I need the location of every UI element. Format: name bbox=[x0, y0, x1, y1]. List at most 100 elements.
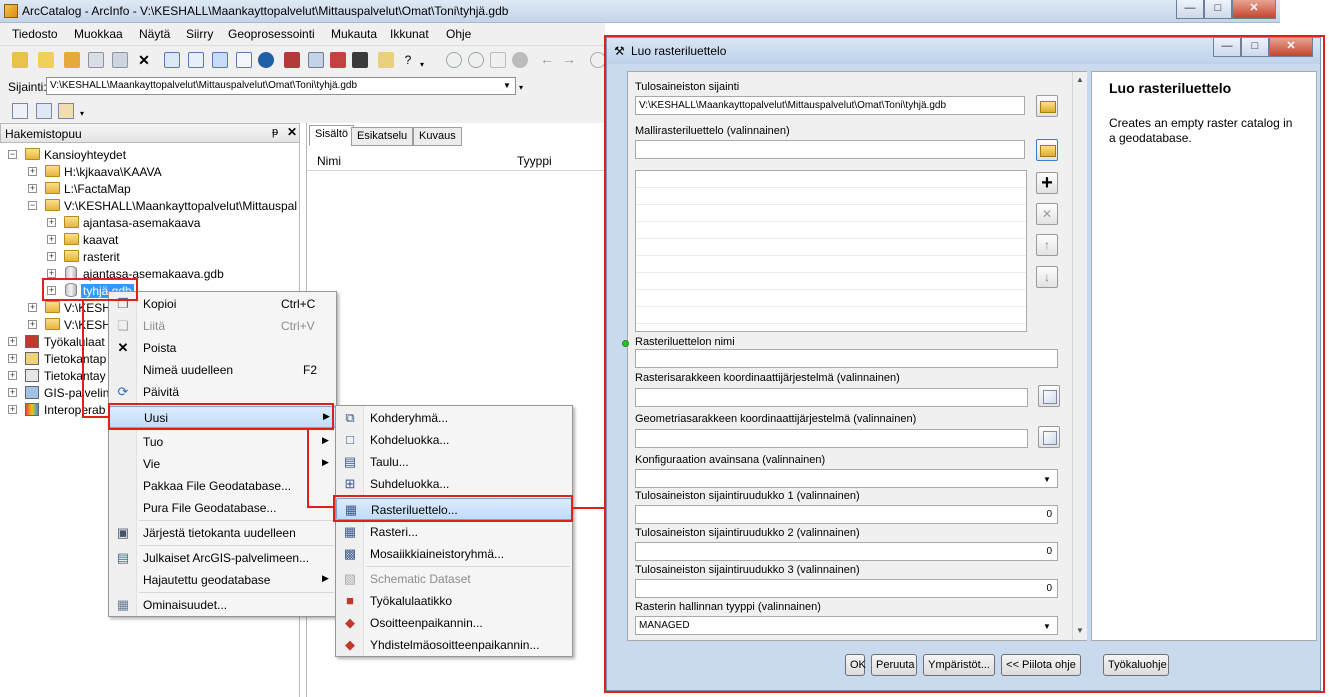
collapse-icon[interactable]: − bbox=[8, 150, 17, 159]
tree-node-label: L:\FactaMap bbox=[64, 182, 131, 196]
copy-icon[interactable] bbox=[88, 52, 104, 68]
menu-item-import[interactable]: Tuo ▶ bbox=[109, 431, 336, 453]
expand-icon[interactable]: + bbox=[47, 218, 56, 227]
chevron-down-icon[interactable]: ▼ bbox=[500, 78, 514, 94]
minimize-button[interactable]: — bbox=[1176, 0, 1204, 19]
tree-node-rasterit[interactable]: + rasterit bbox=[0, 249, 300, 266]
expand-icon[interactable]: + bbox=[28, 320, 37, 329]
toolbar-overflow-icon[interactable]: ▾ bbox=[519, 83, 523, 92]
close-button[interactable]: ✕ bbox=[1232, 0, 1276, 19]
menu-geoprosessointi[interactable]: Geoprosessointi bbox=[228, 27, 315, 41]
arctoolbox-icon[interactable] bbox=[330, 52, 346, 68]
column-type[interactable]: Tyyppi bbox=[517, 154, 552, 168]
expand-icon[interactable]: + bbox=[8, 354, 17, 363]
menu-item-paste[interactable]: ❏ Liitä Ctrl+V bbox=[109, 315, 336, 337]
column-name[interactable]: Nimi bbox=[317, 154, 341, 168]
pin-icon[interactable]: ᵽ bbox=[272, 126, 278, 138]
up-one-level-icon[interactable] bbox=[12, 52, 28, 68]
refresh-icon: ⟳ bbox=[117, 384, 129, 399]
annotation-connector bbox=[573, 507, 606, 509]
tree-node-folder-connections[interactable]: − Kansioyhteydet bbox=[0, 147, 300, 164]
collapse-icon[interactable]: − bbox=[28, 201, 37, 210]
submenu-item-raster[interactable]: ▦ Rasteri... bbox=[336, 521, 572, 543]
maximize-button[interactable]: □ bbox=[1204, 0, 1232, 19]
main-title-bar: ArcCatalog - ArcInfo - V:\KESHALL\Maanka… bbox=[0, 0, 1280, 23]
expand-icon[interactable]: + bbox=[8, 337, 17, 346]
submenu-item-feature-class[interactable]: □ Kohdeluokka... bbox=[336, 429, 572, 451]
search-icon[interactable] bbox=[258, 52, 274, 68]
command-line-icon[interactable] bbox=[352, 52, 368, 68]
submenu-item-mosaic-dataset[interactable]: ▩ Mosaiikkiaineistoryhmä... bbox=[336, 543, 572, 565]
tree-node-kaavat[interactable]: + kaavat bbox=[0, 232, 300, 249]
paste-icon[interactable] bbox=[112, 52, 128, 68]
tree-node-h-drive[interactable]: + H:\kjkaava\KAAVA bbox=[0, 164, 300, 181]
details-icon[interactable] bbox=[212, 52, 228, 68]
tree-node-ajantasa-folder[interactable]: + ajantasa-asemakaava bbox=[0, 215, 300, 232]
close-icon[interactable]: ✕ bbox=[287, 125, 297, 139]
menu-item-properties[interactable]: ▦ Ominaisuudet... bbox=[109, 594, 336, 616]
submenu-item-table[interactable]: ▤ Taulu... bbox=[336, 451, 572, 473]
menu-ikkunat[interactable]: Ikkunat bbox=[390, 27, 429, 41]
list-icon[interactable] bbox=[188, 52, 204, 68]
menu-item-copy[interactable]: ❐ Kopioi Ctrl+C bbox=[109, 293, 336, 315]
submenu-item-relationship-class[interactable]: ⊞ Suhdeluokka... bbox=[336, 473, 572, 495]
submenu-item-feature-dataset[interactable]: ⧉ Kohderyhmä... bbox=[336, 407, 572, 429]
expand-icon[interactable]: + bbox=[28, 167, 37, 176]
pan-icon[interactable] bbox=[490, 52, 506, 68]
tree-node-v-drive[interactable]: − V:\KESHALL\Maankayttopalvelut\Mittausp… bbox=[0, 198, 300, 215]
menu-muokkaa[interactable]: Muokkaa bbox=[74, 27, 123, 41]
large-icons-icon[interactable] bbox=[164, 52, 180, 68]
expand-icon[interactable]: + bbox=[47, 252, 56, 261]
menu-item-delete[interactable]: ✕ Poista bbox=[109, 337, 336, 359]
disconnect-folder-icon[interactable] bbox=[64, 52, 80, 68]
submenu-item-schematic-dataset[interactable]: ▧ Schematic Dataset bbox=[336, 568, 572, 590]
menu-item-export[interactable]: Vie ▶ bbox=[109, 453, 336, 475]
menu-item-rename[interactable]: Nimeä uudelleen F2 bbox=[109, 359, 336, 381]
folder-icon bbox=[45, 182, 60, 194]
import-metadata-icon[interactable] bbox=[36, 103, 52, 119]
menu-siirry[interactable]: Siirry bbox=[186, 27, 213, 41]
expand-icon[interactable]: + bbox=[28, 303, 37, 312]
full-extent-icon[interactable] bbox=[512, 52, 528, 68]
menu-ohje[interactable]: Ohje bbox=[446, 27, 471, 41]
menu-item-refresh[interactable]: ⟳ Päivitä bbox=[109, 381, 336, 403]
menu-item-shortcut: Ctrl+C bbox=[281, 297, 316, 311]
menu-item-distributed-gdb[interactable]: Hajautettu geodatabase ▶ bbox=[109, 569, 336, 591]
thumbnails-icon[interactable] bbox=[236, 52, 252, 68]
whats-this-icon[interactable]: ? bbox=[400, 52, 416, 68]
expand-icon[interactable]: + bbox=[47, 269, 56, 278]
submenu-item-locator[interactable]: ◆ Osoitteenpaikannin... bbox=[336, 612, 572, 634]
menu-item-publish[interactable]: ▤ Julkaiset ArcGIS-palvelimeen... bbox=[109, 547, 336, 569]
expand-icon[interactable]: + bbox=[47, 235, 56, 244]
toolbox-icon[interactable] bbox=[284, 52, 300, 68]
edit-metadata-icon[interactable] bbox=[12, 103, 28, 119]
menu-tiedosto[interactable]: Tiedosto bbox=[12, 27, 58, 41]
submenu-item-composite-locator[interactable]: ◆ Yhdistelmäosoitteenpaikannin... bbox=[336, 634, 572, 656]
expand-icon[interactable]: + bbox=[8, 405, 17, 414]
tree-node-l-drive[interactable]: + L:\FactaMap bbox=[0, 181, 300, 198]
location-label: Sijainti: bbox=[8, 80, 47, 94]
export-metadata-icon[interactable] bbox=[58, 103, 74, 119]
expand-icon[interactable]: + bbox=[8, 371, 17, 380]
submenu-item-toolbox[interactable]: ■ Työkalulaatikko bbox=[336, 590, 572, 612]
location-input[interactable]: V:\KESHALL\Maankayttopalvelut\Mittauspal… bbox=[46, 77, 516, 95]
zoom-out-icon[interactable] bbox=[468, 52, 484, 68]
delete-icon[interactable]: ✕ bbox=[136, 52, 152, 68]
model-builder-icon[interactable] bbox=[378, 52, 394, 68]
zoom-in-icon[interactable] bbox=[446, 52, 462, 68]
python-window-icon[interactable] bbox=[308, 52, 324, 68]
menu-nayta[interactable]: Näytä bbox=[139, 27, 170, 41]
tab-preview[interactable]: Esikatselu bbox=[351, 127, 414, 146]
menu-item-label: Rasteri... bbox=[370, 525, 419, 539]
forward-icon[interactable]: → bbox=[562, 52, 578, 68]
menu-item-compact[interactable]: Pakkaa File Geodatabase... bbox=[109, 475, 336, 497]
tab-contents[interactable]: Sisältö bbox=[309, 125, 355, 146]
menu-item-uncompress[interactable]: Pura File Geodatabase... bbox=[109, 497, 336, 519]
menu-mukauta[interactable]: Mukauta bbox=[331, 27, 377, 41]
connect-folder-icon[interactable] bbox=[38, 52, 54, 68]
back-icon[interactable]: ← bbox=[540, 52, 556, 68]
tab-description[interactable]: Kuvaus bbox=[413, 127, 462, 146]
menu-item-reorganize[interactable]: ▣ Järjestä tietokanta uudelleen bbox=[109, 522, 336, 544]
expand-icon[interactable]: + bbox=[8, 388, 17, 397]
expand-icon[interactable]: + bbox=[28, 184, 37, 193]
